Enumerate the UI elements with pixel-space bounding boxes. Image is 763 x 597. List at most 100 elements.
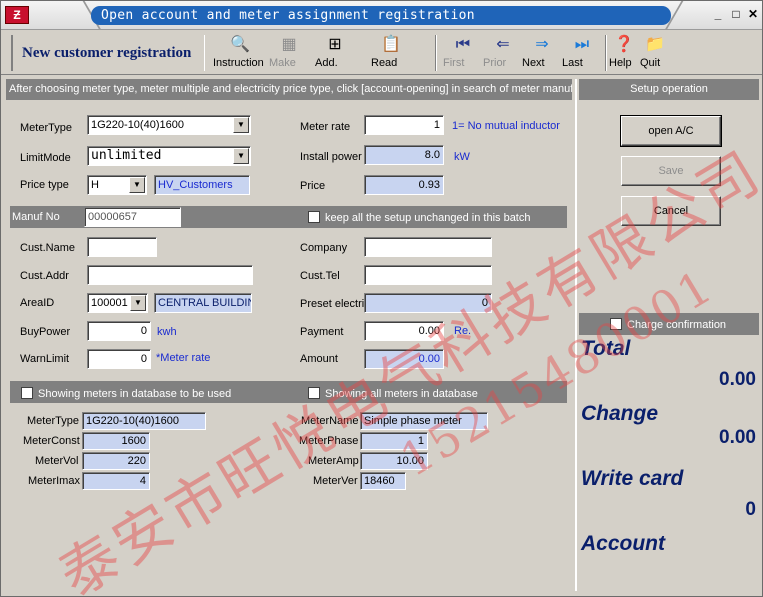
keep-setup-checkbox-box[interactable] xyxy=(308,211,320,223)
cust-name-label: Cust.Name xyxy=(20,242,76,254)
next-button[interactable]: ⇒ Next xyxy=(522,35,562,73)
save-button[interactable]: Save xyxy=(621,156,721,186)
prior-label: Prior xyxy=(483,57,507,69)
meter-name-value: Simple phase meter xyxy=(360,412,488,430)
window-title: Open account and meter assignment regist… xyxy=(91,6,671,25)
instruction-button[interactable]: 🔍 Instruction xyxy=(213,35,267,73)
install-power-input[interactable]: 8.0 xyxy=(364,145,444,165)
last-record-icon: ⏭ xyxy=(574,36,590,53)
charge-confirm-checkbox-box[interactable] xyxy=(610,318,622,330)
payment-input[interactable]: 0.00 xyxy=(364,321,444,341)
payment-unit: Re. xyxy=(454,325,472,337)
chevron-down-icon[interactable]: ▼ xyxy=(233,148,249,164)
write-card-value: 0 xyxy=(745,499,756,520)
show-db-meters-checkbox-box[interactable] xyxy=(21,387,33,399)
cust-name-input[interactable] xyxy=(87,237,157,257)
meter-rate-input[interactable]: 1 xyxy=(364,115,444,135)
open-account-button[interactable]: open A/C xyxy=(620,115,722,147)
setup-panel: Setup operation open A/C Save Cancel Cha… xyxy=(575,79,759,591)
read-label: Read xyxy=(371,57,398,69)
show-db-meters-label: Showing meters in database to be used xyxy=(38,388,232,400)
cust-addr-label: Cust.Addr xyxy=(20,270,69,282)
price-type-value: H xyxy=(91,179,99,191)
company-label: Company xyxy=(300,242,348,254)
limit-mode-label: LimitMode xyxy=(20,152,71,164)
make-button[interactable]: ▦ Make xyxy=(269,35,309,73)
cust-tel-input[interactable] xyxy=(364,265,492,285)
show-all-meters-checkbox[interactable]: Showing all meters in database xyxy=(308,387,478,400)
install-power-label: Install power xyxy=(300,151,362,163)
help-label: Help xyxy=(609,57,632,69)
buy-power-input[interactable]: 0 xyxy=(87,321,151,341)
change-value: 0.00 xyxy=(719,427,756,448)
meter-phase-value: 1 xyxy=(360,432,428,450)
add-button[interactable]: ⊞ Add. xyxy=(315,35,355,73)
price-type-select[interactable]: H ▼ xyxy=(87,175,147,195)
form-title: New customer registration xyxy=(11,35,205,71)
keep-setup-checkbox[interactable]: keep all the setup unchanged in this bat… xyxy=(308,211,530,224)
manuf-no-input[interactable]: 00000657 xyxy=(84,207,181,227)
first-button[interactable]: ⏮ First xyxy=(443,35,483,73)
manuf-no-label: Manuf No xyxy=(12,211,60,223)
price-label: Price xyxy=(300,180,326,192)
cancel-button[interactable]: Cancel xyxy=(621,196,721,226)
main-window: Ƶ Open account and meter assignment regi… xyxy=(0,0,763,597)
meter-imax-label: MeterImax xyxy=(28,475,80,487)
quit-folder-icon: 📁 xyxy=(645,36,665,53)
read-card-icon: 📋 xyxy=(381,36,401,53)
preset-electric-input[interactable]: 0 xyxy=(364,293,492,313)
first-record-icon: ⏮ xyxy=(455,36,471,53)
prior-button[interactable]: ⇐ Prior xyxy=(483,35,523,73)
next-arrow-icon: ⇒ xyxy=(535,36,549,53)
total-label: Total xyxy=(581,337,631,360)
meter-type-value: 1G220-10(40)1600 xyxy=(91,119,184,131)
preset-electric-label: Preset electric xyxy=(300,298,364,310)
meter-rate-label: Meter rate xyxy=(300,121,351,133)
show-all-meters-checkbox-box[interactable] xyxy=(308,387,320,399)
magnifier-document-icon: 🔍 xyxy=(230,36,250,53)
help-button[interactable]: ❓ Help xyxy=(609,35,639,73)
account-label: Account xyxy=(581,532,665,555)
amount-input[interactable]: 0.00 xyxy=(364,349,444,369)
meter-ver-value: 18460 xyxy=(360,472,406,490)
last-button[interactable]: ⏭ Last xyxy=(562,35,602,73)
area-id-label: AreaID xyxy=(20,297,55,309)
warn-limit-note: *Meter rate xyxy=(156,352,211,364)
chevron-down-icon[interactable]: ▼ xyxy=(233,117,249,133)
cust-tel-label: Cust.Tel xyxy=(300,270,340,282)
area-id-value: 100001 xyxy=(91,297,128,309)
meter-amp-label: MeterAmp xyxy=(308,455,359,467)
meter-info-type-label: MeterType xyxy=(27,415,79,427)
quit-button[interactable]: 📁 Quit xyxy=(640,35,670,73)
install-power-unit: kW xyxy=(454,151,470,163)
minimize-icon[interactable]: _ xyxy=(711,7,725,21)
chevron-down-icon[interactable]: ▼ xyxy=(130,295,146,311)
toolbar-separator xyxy=(605,35,607,71)
area-id-select[interactable]: 100001 ▼ xyxy=(87,293,148,313)
title-bar[interactable]: Ƶ Open account and meter assignment regi… xyxy=(1,1,762,30)
meter-rate-note: 1= No mutual inductor xyxy=(452,120,560,132)
close-icon[interactable]: ✕ xyxy=(746,7,760,21)
charge-confirm-checkbox[interactable]: Charge confirmation xyxy=(610,318,726,331)
meter-type-select[interactable]: 1G220-10(40)1600 ▼ xyxy=(87,115,251,135)
price-input[interactable]: 0.93 xyxy=(364,175,444,195)
price-type-name: HV_Customers xyxy=(154,175,250,195)
read-button[interactable]: 📋 Read xyxy=(371,35,411,73)
meter-const-label: MeterConst xyxy=(23,435,80,447)
chevron-down-icon[interactable]: ▼ xyxy=(129,177,145,193)
payment-label: Payment xyxy=(300,326,344,338)
total-value: 0.00 xyxy=(719,369,756,390)
show-db-meters-checkbox[interactable]: Showing meters in database to be used xyxy=(21,387,231,400)
meter-info-type: 1G220-10(40)1600 xyxy=(82,412,206,430)
warn-limit-label: WarnLimit xyxy=(20,353,70,365)
warn-limit-input[interactable]: 0 xyxy=(87,349,151,369)
company-input[interactable] xyxy=(364,237,492,257)
area-name: CENTRAL BUILDIN xyxy=(154,293,252,313)
meter-amp-value: 10.00 xyxy=(360,452,428,470)
cust-addr-input[interactable] xyxy=(87,265,253,285)
limit-mode-select[interactable]: unlimited ▼ xyxy=(87,146,251,166)
meter-vol-value: 220 xyxy=(82,452,150,470)
next-label: Next xyxy=(522,57,545,69)
show-all-meters-label: Showing all meters in database xyxy=(325,388,478,400)
maximize-icon[interactable]: □ xyxy=(729,7,743,21)
